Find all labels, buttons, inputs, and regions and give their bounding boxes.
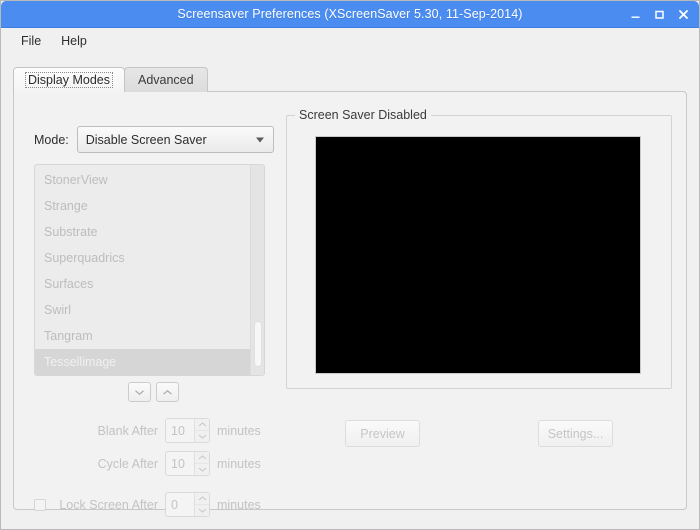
chevron-up-icon — [162, 389, 173, 396]
chevron-down-icon — [134, 389, 145, 396]
blank-after-stepper[interactable]: 10 — [165, 418, 210, 443]
notebook: Display Modes Advanced Mode: Disable Scr… — [13, 67, 687, 517]
chevron-up-icon — [198, 455, 207, 460]
tab-display-modes[interactable]: Display Modes — [13, 67, 125, 92]
mode-dropdown-value: Disable Screen Saver — [85, 132, 207, 147]
menu-item-file[interactable]: File — [13, 32, 49, 50]
preview-button[interactable]: Preview — [345, 420, 420, 447]
list-item[interactable]: Superquadrics — [35, 245, 250, 271]
blank-after-value[interactable]: 10 — [166, 419, 194, 442]
window-title: Screensaver Preferences (XScreenSaver 5.… — [177, 7, 523, 21]
chevron-down-icon — [198, 508, 207, 513]
close-icon[interactable] — [677, 8, 690, 21]
screensaver-list-items: StonerView Strange Substrate Superquadri… — [35, 165, 250, 375]
stepper-up-button[interactable] — [195, 452, 209, 464]
tab-display-modes-label: Display Modes — [25, 72, 113, 88]
blank-after-label: Blank After — [97, 423, 158, 438]
mode-row: Mode: Disable Screen Saver — [34, 126, 274, 153]
stepper-up-button[interactable] — [195, 493, 209, 505]
stepper-up-button[interactable] — [195, 419, 209, 431]
list-item[interactable]: Surfaces — [35, 271, 250, 297]
stepper-down-button[interactable] — [195, 431, 209, 442]
lock-screen-unit: minutes — [217, 497, 261, 512]
chevron-down-icon — [198, 434, 207, 439]
move-down-button[interactable] — [128, 382, 151, 402]
settings-button[interactable]: Settings... — [538, 420, 613, 447]
move-up-button[interactable] — [156, 382, 179, 402]
screensaver-list[interactable]: StonerView Strange Substrate Superquadri… — [34, 164, 265, 376]
list-item[interactable]: Swirl — [35, 297, 250, 323]
chevron-down-icon — [256, 137, 264, 142]
preview-screen — [315, 136, 641, 374]
blank-after-stepper-buttons — [194, 419, 209, 442]
tab-panel-display-modes: Mode: Disable Screen Saver StonerView St… — [13, 91, 687, 517]
list-item[interactable]: Substrate — [35, 219, 250, 245]
mode-dropdown[interactable]: Disable Screen Saver — [76, 126, 274, 153]
cycle-after-value[interactable]: 10 — [166, 452, 194, 475]
list-item[interactable]: StonerView — [35, 167, 250, 193]
chevron-up-icon — [198, 496, 207, 501]
stepper-down-button[interactable] — [195, 464, 209, 475]
list-item[interactable]: Tangram — [35, 323, 250, 349]
lock-screen-stepper[interactable]: 0 — [165, 492, 210, 517]
tab-strip: Display Modes Advanced — [13, 67, 208, 92]
lock-screen-row: Lock Screen After 0 minutes — [34, 490, 273, 519]
tab-advanced[interactable]: Advanced — [123, 67, 208, 92]
title-bar[interactable]: Screensaver Preferences (XScreenSaver 5.… — [1, 1, 699, 28]
lock-screen-checkbox[interactable] — [34, 498, 46, 511]
minimize-icon[interactable] — [629, 8, 642, 21]
action-buttons: Preview Settings... — [286, 420, 672, 447]
list-item[interactable]: Strange — [35, 193, 250, 219]
window-controls — [629, 1, 690, 28]
lock-screen-value[interactable]: 0 — [166, 493, 194, 516]
cycle-after-stepper-buttons — [194, 452, 209, 475]
chevron-up-icon — [198, 422, 207, 427]
preview-group: Screen Saver Disabled — [286, 108, 672, 389]
left-column: Mode: Disable Screen Saver StonerView St… — [26, 102, 274, 519]
blank-after-unit: minutes — [217, 423, 261, 438]
mode-label: Mode: — [34, 132, 69, 147]
cycle-after-stepper[interactable]: 10 — [165, 451, 210, 476]
list-item[interactable]: Tessellimage — [35, 349, 250, 375]
stepper-down-button[interactable] — [195, 505, 209, 516]
cycle-after-label: Cycle After — [97, 456, 158, 471]
menu-item-help[interactable]: Help — [53, 32, 95, 50]
maximize-icon[interactable] — [653, 8, 666, 21]
cycle-after-row: Cycle After 10 minutes — [34, 449, 273, 478]
preview-group-legend: Screen Saver Disabled — [295, 108, 431, 122]
lock-screen-stepper-buttons — [194, 493, 209, 516]
tab-advanced-label: Advanced — [137, 73, 194, 87]
list-scrollbar[interactable] — [250, 165, 264, 375]
chevron-down-icon — [198, 467, 207, 472]
application-window: Screensaver Preferences (XScreenSaver 5.… — [0, 0, 700, 530]
reorder-buttons — [34, 382, 273, 402]
menu-bar: File Help — [1, 28, 699, 53]
timer-settings: Blank After 10 minutes Cycle After 10 mi… — [34, 416, 273, 478]
blank-after-row: Blank After 10 minutes — [34, 416, 273, 445]
list-scrollbar-thumb[interactable] — [254, 321, 262, 367]
lock-screen-label: Lock Screen After — [59, 497, 158, 512]
cycle-after-unit: minutes — [217, 456, 261, 471]
